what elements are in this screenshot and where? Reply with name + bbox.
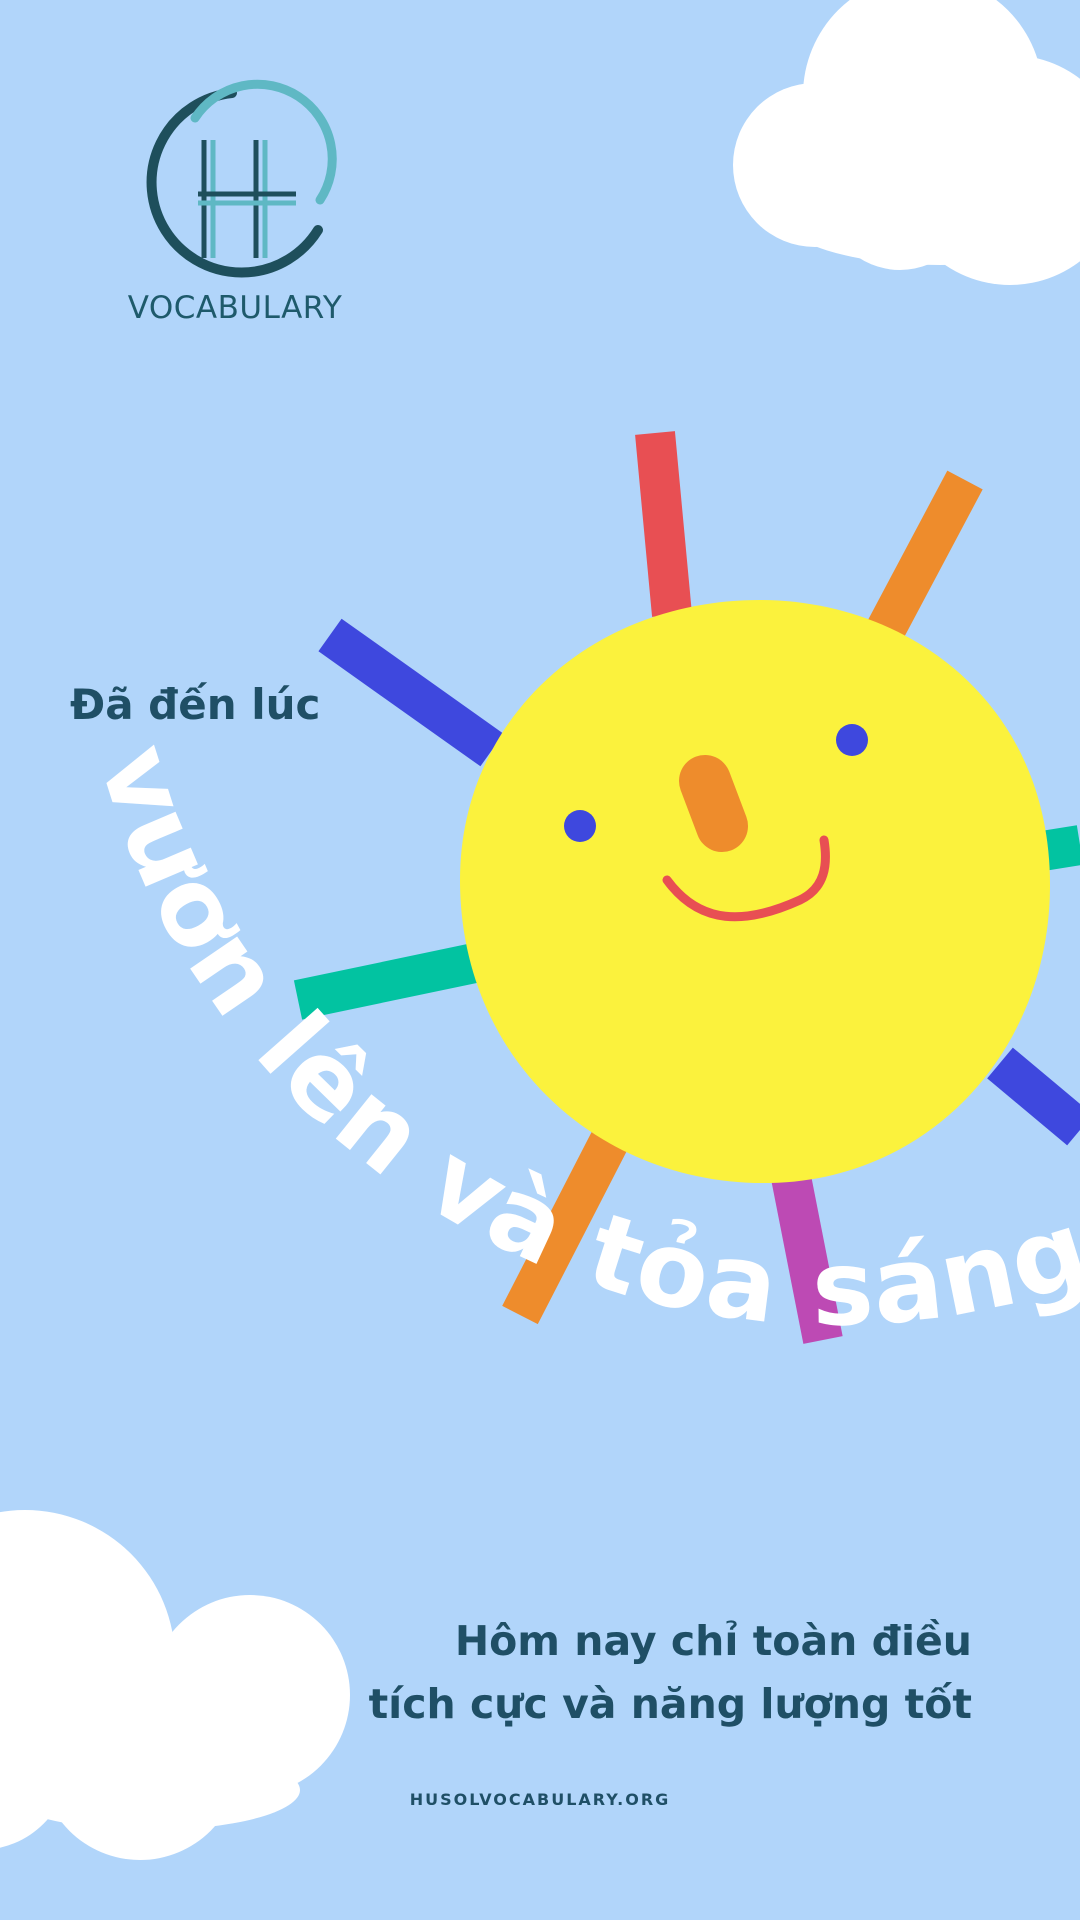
website-link[interactable]: HUSOLVOCABULARY.ORG bbox=[0, 1790, 1080, 1809]
tagline: Hôm nay chỉ toàn điều tích cực và năng l… bbox=[272, 1610, 972, 1736]
logo-wordmark: VOCABULARY bbox=[127, 290, 343, 326]
headline-arc-text: vươn lên và tỏa sáng bbox=[75, 731, 1080, 1350]
poster: vươn lên và tỏa sáng VOCABULARY Đã đến l… bbox=[0, 0, 1080, 1920]
tagline-line-2: tích cực và năng lượng tốt bbox=[368, 1680, 972, 1728]
headline-eyebrow: Đã đến lúc bbox=[70, 680, 321, 729]
tagline-line-1: Hôm nay chỉ toàn điều bbox=[454, 1617, 972, 1665]
